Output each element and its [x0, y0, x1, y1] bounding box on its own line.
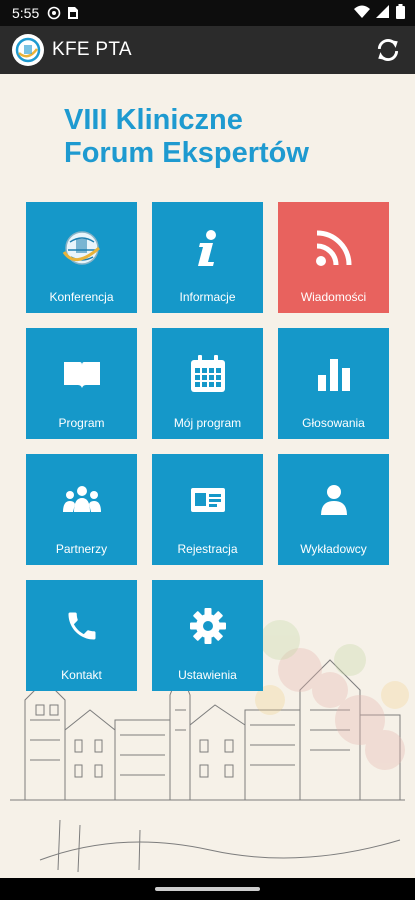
people-icon — [26, 478, 137, 522]
tile-label: Konferencja — [49, 290, 114, 304]
bar-chart-icon — [278, 352, 389, 396]
tile-ustawienia[interactable]: Ustawienia — [152, 580, 263, 691]
tile-kontakt[interactable]: Kontakt — [26, 580, 137, 691]
tile-program[interactable]: Program — [26, 328, 137, 439]
signal-icon — [376, 4, 390, 22]
settings-notification-icon — [47, 6, 61, 20]
tile-label: Kontakt — [61, 668, 102, 682]
person-icon — [278, 478, 389, 522]
tile-label: Głosowania — [302, 416, 365, 430]
refresh-icon — [377, 39, 399, 61]
tile-konferencja[interactable]: Konferencja — [26, 202, 137, 313]
home-gesture-handle[interactable] — [155, 887, 260, 891]
globe-logo-icon — [26, 226, 137, 270]
tile-label: Partnerzy — [55, 542, 108, 556]
tile-glosowania[interactable]: Głosowania — [278, 328, 389, 439]
title-line-2: Forum Ekspertów — [64, 137, 309, 169]
battery-icon — [396, 4, 405, 22]
tile-moj-program[interactable]: Mój program — [152, 328, 263, 439]
tile-label: Wiadomości — [300, 290, 367, 304]
id-card-icon — [152, 478, 263, 522]
tile-label: Program — [58, 416, 105, 430]
status-time: 5:55 — [12, 5, 40, 21]
tile-partnerzy[interactable]: Partnerzy — [26, 454, 137, 565]
sim-notification-icon — [67, 6, 79, 20]
tile-label: Rejestracja — [177, 542, 238, 556]
tile-label: Wykładowcy — [300, 542, 367, 556]
tile-informacje[interactable]: Informacje — [152, 202, 263, 313]
book-icon — [26, 352, 137, 396]
page-title: VIII Kliniczne Forum Ekspertów — [64, 104, 394, 170]
tile-rejestracja[interactable]: Rejestracja — [152, 454, 263, 565]
tile-label: Informacje — [179, 290, 236, 304]
info-icon — [152, 226, 263, 270]
app-logo-icon — [12, 34, 44, 66]
phone-icon — [26, 604, 137, 648]
app-bar: KFE PTA — [0, 26, 415, 74]
wifi-icon — [354, 5, 370, 22]
calendar-icon — [152, 352, 263, 396]
app-title: KFE PTA — [52, 39, 132, 60]
tile-label: Mój program — [173, 416, 242, 430]
refresh-button[interactable] — [373, 35, 403, 65]
tile-label: Ustawienia — [178, 668, 237, 682]
title-line-1: VIII Kliniczne — [64, 104, 243, 136]
system-navigation-bar — [0, 878, 415, 900]
rss-icon — [278, 226, 389, 270]
gear-icon — [152, 604, 263, 648]
tile-wykladowcy[interactable]: Wykładowcy — [278, 454, 389, 565]
tile-wiadomosci[interactable]: Wiadomości — [278, 202, 389, 313]
status-bar: 5:55 — [0, 0, 415, 26]
